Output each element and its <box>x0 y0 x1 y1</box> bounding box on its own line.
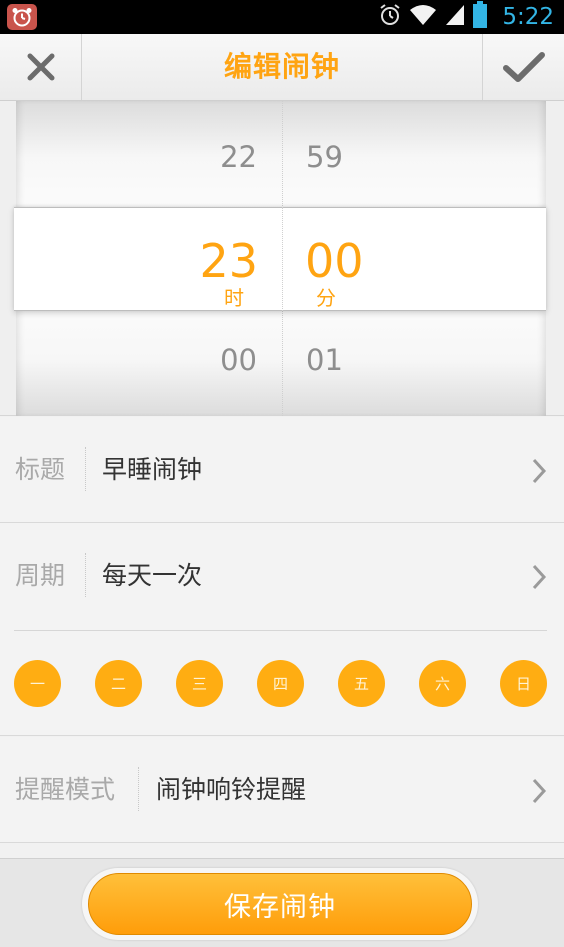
minute-prev[interactable]: 59 <box>306 143 343 172</box>
weekday-sat[interactable]: 六 <box>419 660 466 707</box>
reminder-mode-row[interactable]: 提醒模式 闹钟响铃提醒 <box>0 737 564 843</box>
row-separator <box>138 767 139 811</box>
reminder-mode-value: 闹钟响铃提醒 <box>156 775 307 804</box>
period-label: 周期 <box>15 561 66 590</box>
minute-next[interactable]: 01 <box>306 346 343 375</box>
minute-current[interactable]: 00 <box>305 238 364 284</box>
time-picker[interactable]: 22 59 23 00 时 分 00 01 <box>0 101 564 416</box>
close-icon <box>27 53 54 81</box>
bottom-bar: 保存闹钟 <box>0 858 564 947</box>
weekday-wed[interactable]: 三 <box>176 660 223 707</box>
selected-time-band <box>14 207 546 311</box>
page-title: 编辑闹钟 <box>223 50 340 83</box>
status-bar: 5:22 <box>0 0 564 34</box>
weekday-thu[interactable]: 四 <box>257 660 304 707</box>
hour-next[interactable]: 00 <box>220 346 257 375</box>
divider <box>14 630 547 631</box>
confirm-button[interactable] <box>482 34 564 100</box>
period-row[interactable]: 周期 每天一次 <box>0 523 564 630</box>
chevron-right-icon <box>532 778 547 804</box>
wifi-icon <box>408 3 438 31</box>
title-label: 标题 <box>15 455 66 484</box>
title-value: 早睡闹钟 <box>102 455 203 484</box>
checkmark-icon <box>502 52 545 82</box>
weekday-mon[interactable]: 一 <box>14 660 61 707</box>
hour-current[interactable]: 23 <box>199 238 258 284</box>
signal-icon <box>444 3 466 31</box>
status-time: 5:22 <box>502 4 554 30</box>
alarm-app-icon <box>7 4 37 30</box>
row-separator <box>85 553 86 597</box>
battery-icon <box>472 1 488 33</box>
weekday-tue[interactable]: 二 <box>95 660 142 707</box>
close-button[interactable] <box>0 34 82 100</box>
header-bar: 编辑闹钟 <box>0 34 564 101</box>
alarm-status-icon <box>378 3 402 31</box>
reminder-mode-label: 提醒模式 <box>15 775 116 804</box>
save-alarm-button[interactable]: 保存闹钟 <box>88 873 472 935</box>
save-button-frame: 保存闹钟 <box>82 868 478 940</box>
weekday-fri[interactable]: 五 <box>338 660 385 707</box>
weekday-sun[interactable]: 日 <box>500 660 547 707</box>
selected-divider <box>282 207 283 311</box>
chevron-right-icon <box>532 458 547 484</box>
hour-unit: 时 <box>224 286 244 310</box>
title-row[interactable]: 标题 早睡闹钟 <box>0 417 564 523</box>
period-value: 每天一次 <box>102 561 203 590</box>
minute-unit: 分 <box>316 286 336 310</box>
chevron-right-icon <box>532 564 547 590</box>
weekday-selector: 一 二 三 四 五 六 日 <box>0 630 564 736</box>
row-separator <box>85 447 86 491</box>
hour-prev[interactable]: 22 <box>220 143 257 172</box>
